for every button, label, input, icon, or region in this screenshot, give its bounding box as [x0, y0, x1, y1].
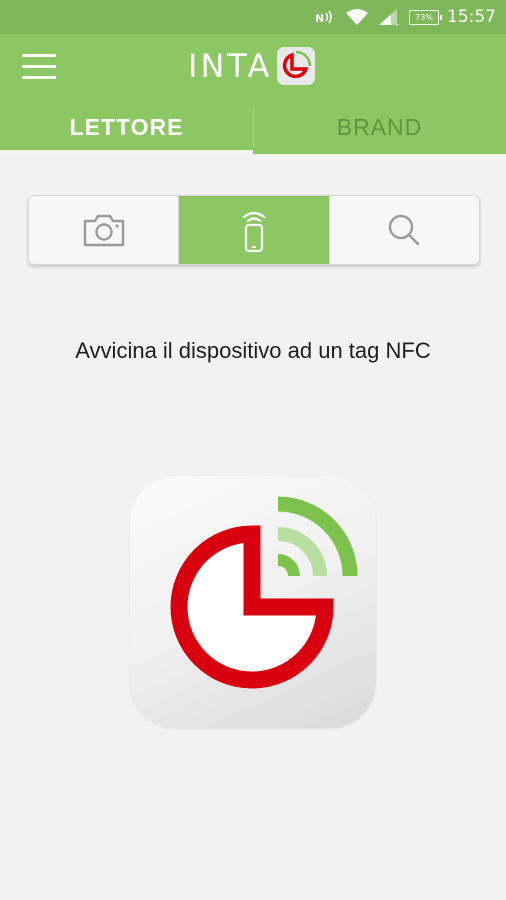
tab-brand[interactable]: BRAND	[253, 100, 506, 154]
nfc-phone-icon	[242, 211, 266, 253]
nfc-instruction-text: Avvicina il dispositivo ad un tag NFC	[75, 338, 431, 363]
camera-mode-button[interactable]	[29, 196, 178, 264]
app-logo: INTA	[188, 44, 316, 88]
logo-mark-icon	[277, 47, 316, 85]
inta-logo-icon	[170, 496, 358, 689]
nfc-mode-button[interactable]	[178, 196, 329, 264]
camera-icon	[83, 214, 124, 247]
inta-app-icon	[130, 476, 376, 728]
battery-label: 73%	[415, 12, 433, 22]
svg-text:,: ,	[396, 18, 399, 26]
search-icon	[389, 214, 420, 246]
tab-divider	[253, 108, 254, 146]
svg-text:N: N	[315, 12, 324, 25]
hamburger-menu-icon[interactable]	[22, 54, 58, 80]
signal-icon: ,	[379, 9, 399, 26]
wifi-icon	[346, 9, 368, 25]
tab-lettore[interactable]: LETTORE	[0, 100, 253, 154]
search-mode-button[interactable]	[328, 196, 479, 264]
status-time: 15:57	[447, 7, 496, 27]
reader-mode-selector	[28, 195, 480, 265]
nfc-icon: N	[315, 10, 332, 25]
battery-icon: 73%	[409, 9, 442, 25]
logo-text: INTA	[188, 47, 273, 85]
status-bar: N , 73% 15:57	[0, 0, 506, 34]
status-icons: N , 73% 15:57	[315, 0, 496, 34]
app-bar: INTA	[0, 34, 506, 100]
